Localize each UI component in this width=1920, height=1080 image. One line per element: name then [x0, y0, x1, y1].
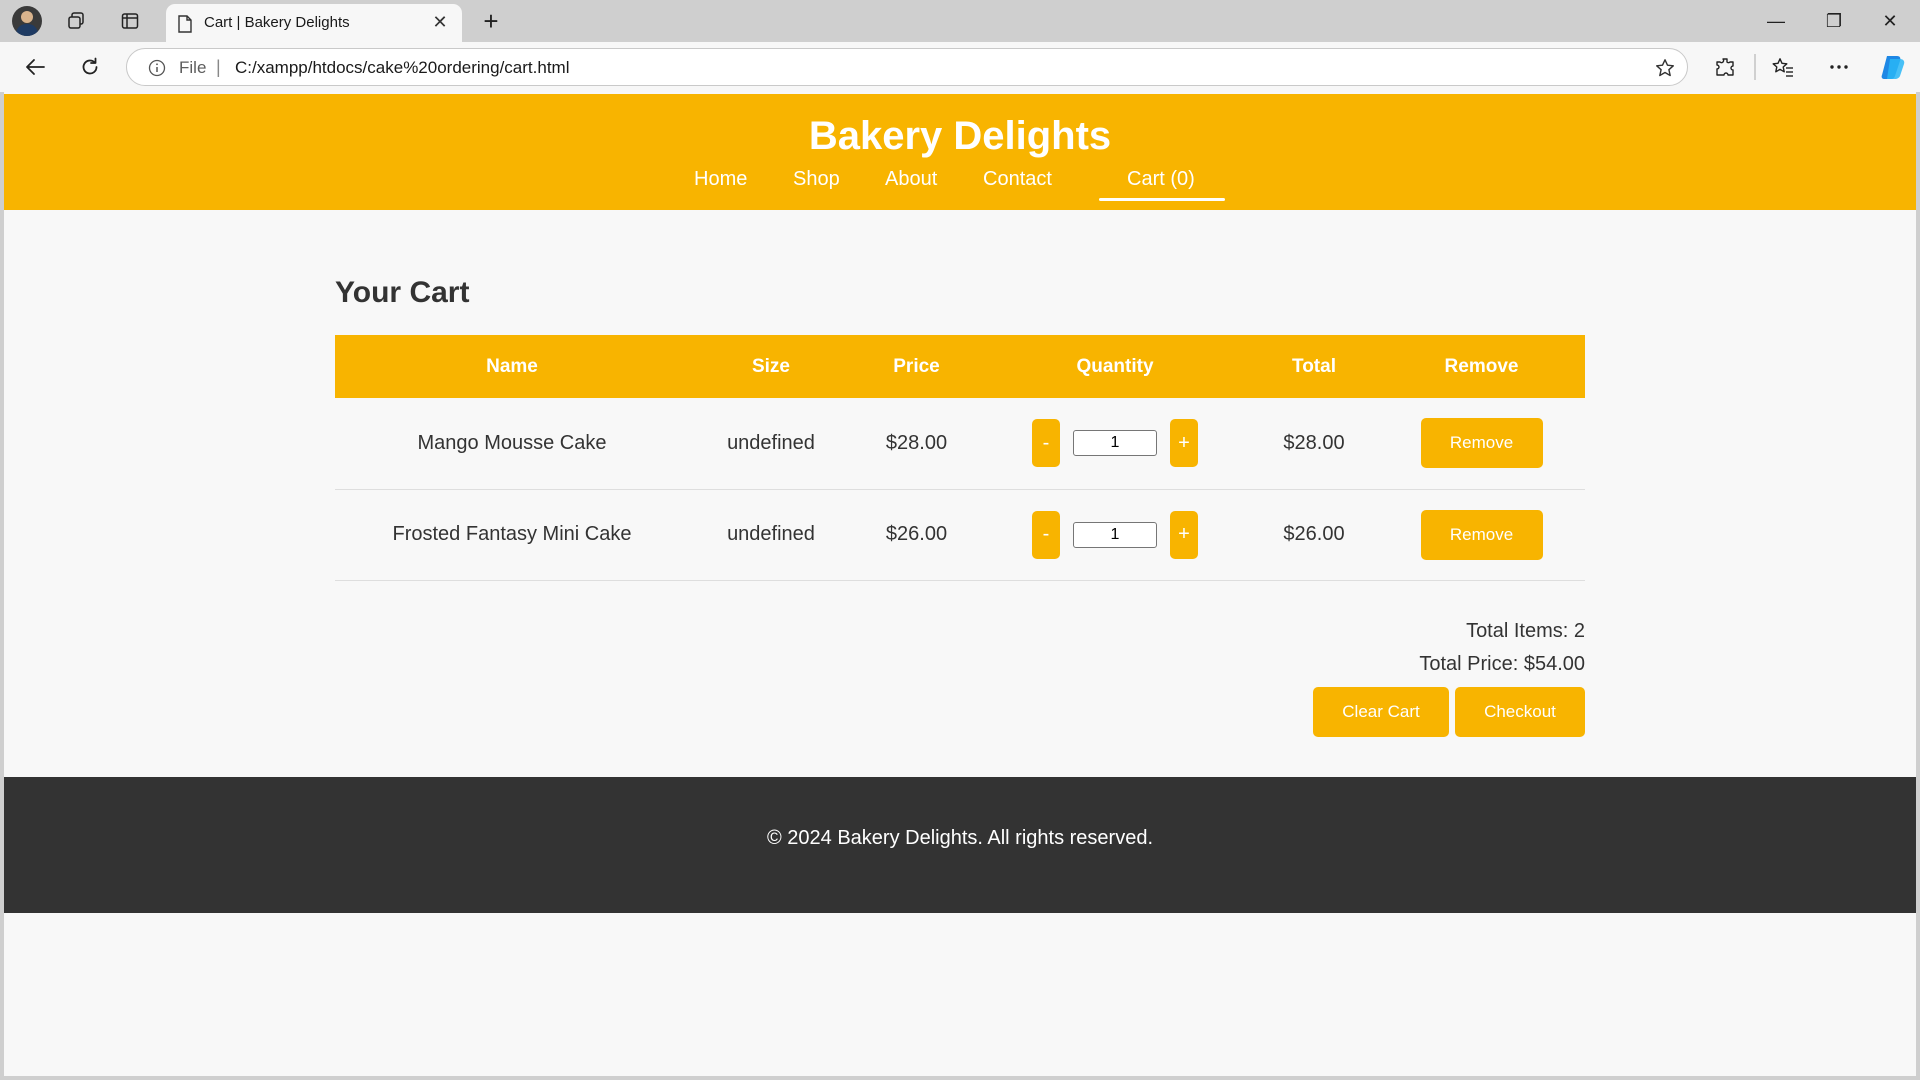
browser-toolbar: File | C:/xampp/htdocs/cake%20ordering/c… — [0, 42, 1920, 92]
item-price: $26.00 — [853, 489, 980, 581]
address-url[interactable]: C:/xampp/htdocs/cake%20ordering/cart.htm… — [235, 58, 570, 78]
vertical-tabs-icon[interactable] — [116, 8, 144, 34]
item-quantity-cell: - + — [980, 489, 1250, 581]
clear-cart-button[interactable]: Clear Cart — [1313, 687, 1449, 737]
remove-button[interactable]: Remove — [1420, 418, 1543, 469]
favorite-star-icon[interactable] — [1653, 56, 1677, 80]
nav-contact[interactable]: Contact — [983, 168, 1052, 191]
column-header-name: Name — [335, 335, 689, 398]
close-tab-icon[interactable]: ✕ — [428, 10, 452, 34]
site-footer: © 2024 Bakery Delights. All rights reser… — [4, 777, 1916, 913]
copilot-icon[interactable] — [1876, 50, 1910, 84]
back-icon[interactable] — [20, 52, 50, 82]
browser-tabstrip: Cart | Bakery Delights ✕ + — ❐ ✕ — [0, 0, 1920, 42]
quantity-input[interactable] — [1073, 521, 1157, 548]
nav-active-underline — [1099, 198, 1225, 201]
address-scheme: File — [179, 58, 207, 77]
nav-home[interactable]: Home — [694, 168, 747, 191]
more-menu-icon[interactable] — [1824, 52, 1854, 82]
cart-heading: Your Cart — [335, 276, 470, 309]
site-header: Bakery Delights Home Shop About Contact … — [4, 94, 1916, 210]
new-tab-button[interactable]: + — [476, 6, 506, 36]
nav-shop[interactable]: Shop — [793, 168, 840, 191]
item-name: Frosted Fantasy Mini Cake — [335, 489, 689, 581]
tab-title: Cart | Bakery Delights — [204, 14, 350, 31]
column-header-quantity: Quantity — [980, 335, 1250, 398]
column-header-size: Size — [689, 335, 853, 398]
item-price: $28.00 — [853, 398, 980, 490]
item-total: $28.00 — [1250, 398, 1378, 490]
checkout-button[interactable]: Checkout — [1455, 687, 1585, 737]
workspaces-icon[interactable] — [62, 8, 90, 34]
decrease-quantity-button[interactable]: - — [1032, 510, 1060, 559]
refresh-icon[interactable] — [75, 52, 105, 82]
nav-about[interactable]: About — [885, 168, 937, 191]
item-total: $26.00 — [1250, 489, 1378, 581]
extensions-icon[interactable] — [1710, 52, 1740, 82]
cart-table: Name Size Price Quantity Total Remove Ma… — [335, 335, 1585, 581]
quantity-stepper: - + — [1032, 510, 1198, 559]
column-header-price: Price — [853, 335, 980, 398]
restore-icon[interactable]: ❐ — [1806, 0, 1862, 42]
page-viewport: Bakery Delights Home Shop About Contact … — [4, 92, 1916, 1076]
page-icon — [176, 14, 194, 34]
remove-button[interactable]: Remove — [1420, 509, 1543, 560]
info-icon[interactable] — [147, 58, 167, 78]
item-name: Mango Mousse Cake — [335, 398, 689, 490]
item-remove-cell: Remove — [1378, 489, 1585, 581]
item-quantity-cell: - + — [980, 398, 1250, 490]
quantity-stepper: - + — [1032, 419, 1198, 468]
table-row: Mango Mousse Cake undefined $28.00 - + $… — [335, 398, 1585, 490]
item-remove-cell: Remove — [1378, 398, 1585, 490]
table-header-row: Name Size Price Quantity Total Remove — [335, 335, 1585, 398]
column-header-total: Total — [1250, 335, 1378, 398]
nav-cart[interactable]: Cart (0) — [1127, 168, 1195, 191]
active-tab[interactable]: Cart | Bakery Delights ✕ — [166, 4, 462, 42]
address-bar[interactable]: File | C:/xampp/htdocs/cake%20ordering/c… — [126, 48, 1688, 86]
item-size: undefined — [689, 398, 853, 490]
decrease-quantity-button[interactable]: - — [1032, 419, 1060, 468]
avatar-body — [16, 24, 38, 36]
profile-avatar[interactable] — [12, 6, 42, 36]
column-header-remove: Remove — [1378, 335, 1585, 398]
table-row: Frosted Fantasy Mini Cake undefined $26.… — [335, 489, 1585, 581]
site-title: Bakery Delights — [808, 114, 1112, 158]
close-window-icon[interactable]: ✕ — [1862, 0, 1918, 42]
increase-quantity-button[interactable]: + — [1170, 510, 1198, 559]
total-items: Total Items: 2 — [1466, 620, 1585, 642]
address-separator: | — [216, 57, 221, 77]
increase-quantity-button[interactable]: + — [1170, 419, 1198, 468]
favorites-icon[interactable] — [1768, 52, 1798, 82]
total-price: Total Price: $54.00 — [1419, 653, 1585, 675]
footer-copyright: © 2024 Bakery Delights. All rights reser… — [766, 827, 1154, 849]
minimize-icon[interactable]: — — [1748, 0, 1804, 42]
toolbar-divider — [1754, 54, 1756, 80]
quantity-input[interactable] — [1073, 430, 1157, 457]
main-nav: Home Shop About Contact Cart (0) — [4, 168, 1916, 198]
item-size: undefined — [689, 489, 853, 581]
avatar-head — [21, 11, 33, 23]
